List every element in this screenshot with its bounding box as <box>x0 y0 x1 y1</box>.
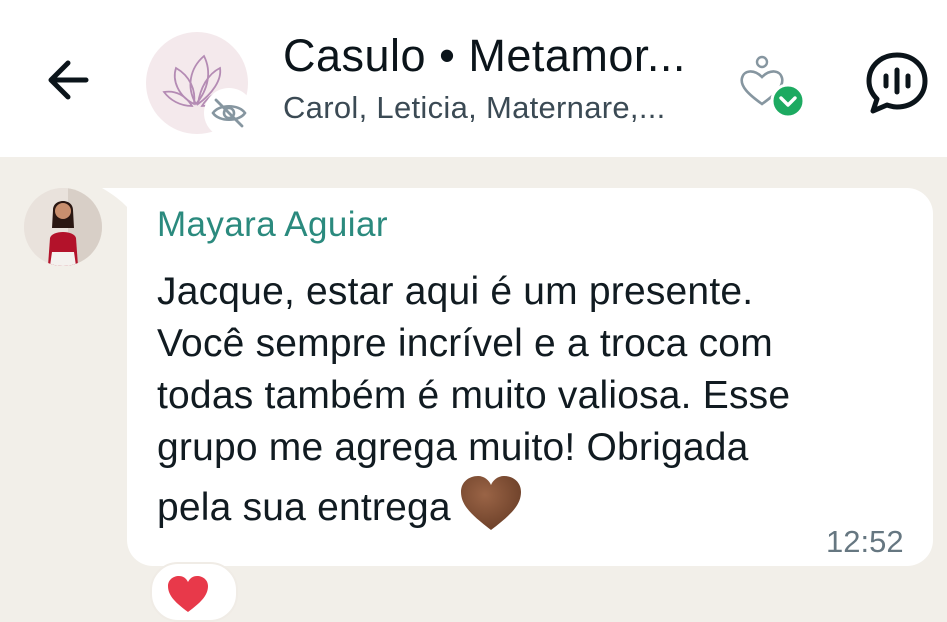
sender-avatar[interactable] <box>24 188 102 266</box>
message-sender-name[interactable]: Mayara Aguiar <box>157 205 388 245</box>
group-participants[interactable]: Carol, Leticia, Maternare,... <box>283 90 666 126</box>
message-text: Jacque, estar aqui é um presente. Você s… <box>157 266 917 534</box>
voice-chat-icon[interactable] <box>864 50 930 116</box>
red-heart-icon <box>168 576 208 612</box>
reaction-pill[interactable] <box>150 562 238 622</box>
back-arrow-icon[interactable] <box>38 50 98 110</box>
eye-off-icon <box>211 98 247 128</box>
message-line: pela sua entrega <box>157 486 451 529</box>
person-photo <box>24 188 102 266</box>
community-icon[interactable] <box>736 50 810 124</box>
chat-header: Casulo • Metamor... Carol, Leticia, Mate… <box>0 0 947 157</box>
hidden-badge <box>204 88 254 138</box>
message-line: Jacque, estar aqui é um presente. <box>157 270 754 313</box>
message-line: Você sempre incrível e a troca com <box>157 322 773 365</box>
brown-heart-icon <box>460 476 521 530</box>
group-title[interactable]: Casulo • Metamor... <box>283 30 686 82</box>
message-line: todas também é muito valiosa. Esse <box>157 374 791 417</box>
message-line: grupo me agrega muito! Obrigada <box>157 426 749 469</box>
message-last-line: pela sua entrega <box>157 474 917 534</box>
message-timestamp: 12:52 <box>826 524 904 559</box>
